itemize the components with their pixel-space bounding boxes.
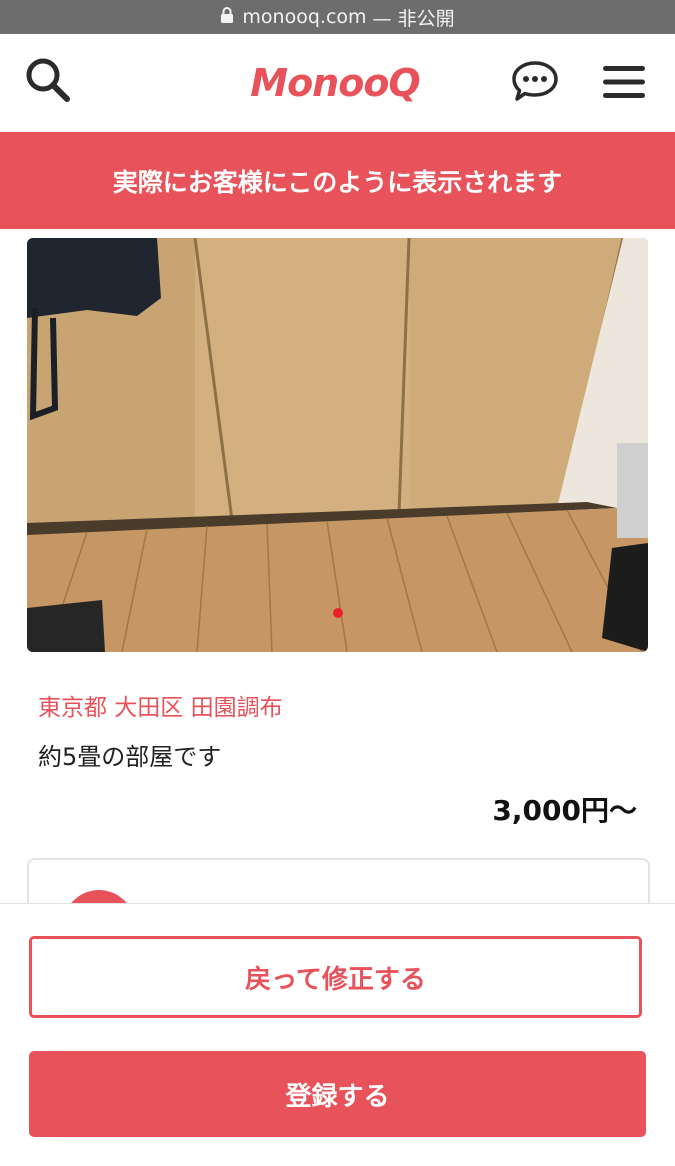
search-icon[interactable] <box>22 54 74 106</box>
monooq-logo[interactable]: MonooQ <box>244 56 426 110</box>
url-text: monooq.com <box>242 6 367 28</box>
lock-icon <box>220 6 234 29</box>
preview-banner-text: 実際にお客様にこのように表示されます <box>112 167 563 197</box>
listing-photo[interactable] <box>27 238 648 652</box>
listing-price: 3,000円〜 <box>492 794 637 827</box>
register-button[interactable]: 登録する <box>29 1051 646 1137</box>
listing-description: 約5畳の部屋です <box>38 743 222 771</box>
bottom-action-panel: 戻って修正する 登録する <box>0 903 675 1166</box>
app-header: MonooQ <box>0 34 675 132</box>
register-label: 登録する <box>285 1081 390 1112</box>
menu-icon[interactable] <box>600 60 648 104</box>
listing-location: 東京都 大田区 田園調布 <box>38 695 283 721</box>
back-edit-label: 戻って修正する <box>245 964 426 995</box>
browser-url-bar[interactable]: monooq.com — 非公開 <box>0 0 675 34</box>
preview-banner: 実際にお客様にこのように表示されます <box>0 132 675 229</box>
url-suffix: — 非公開 <box>372 7 455 30</box>
chat-icon[interactable] <box>510 58 560 104</box>
back-edit-button[interactable]: 戻って修正する <box>29 936 642 1018</box>
